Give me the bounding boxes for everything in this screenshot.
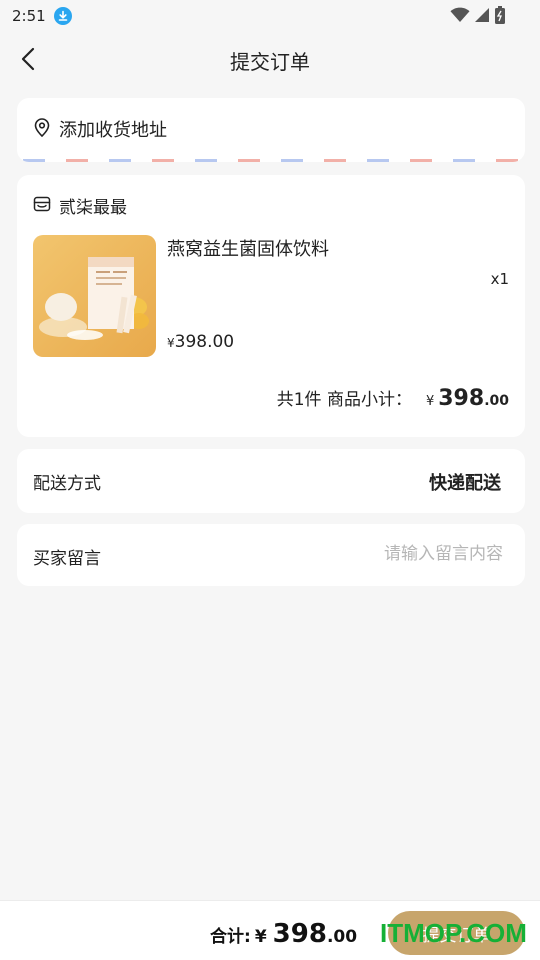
page-title: 提交订单 (230, 50, 310, 74)
currency-symbol: ¥ (254, 927, 267, 947)
shop-icon (33, 195, 51, 217)
buyer-message-label: 买家留言 (33, 549, 101, 569)
product-image[interactable] (33, 235, 156, 357)
currency-symbol: ¥ (167, 336, 175, 350)
currency-symbol: ¥ (425, 394, 435, 409)
subtotal-decimal: .00 (484, 393, 509, 409)
download-icon (53, 7, 72, 25)
delivery-value: 快递配送 (429, 473, 501, 494)
order-card: 贰柒最最 燕窝益生菌固体饮料 x1 ¥398.00 共1件 商品小计： ¥ 39… (17, 175, 525, 437)
subtotal-label: 共1件 商品小计： (276, 390, 412, 410)
buyer-message-input[interactable] (263, 540, 503, 568)
delivery-label: 配送方式 (33, 474, 101, 494)
product-price-value: 398.00 (174, 332, 235, 352)
buyer-message-row: 买家留言 (17, 524, 525, 586)
total-label: 合计: (210, 927, 251, 947)
location-pin-icon (33, 117, 51, 141)
total-decimal: .00 (326, 927, 358, 947)
signal-icon (474, 7, 490, 27)
add-address-card[interactable]: 添加收货地址 (17, 98, 525, 162)
shop-name: 贰柒最最 (59, 198, 127, 218)
wifi-icon (450, 7, 470, 27)
battery-icon (494, 6, 506, 28)
status-time: 2:51 (12, 7, 46, 25)
subtotal-integer: 398 (438, 386, 485, 411)
order-subtotal: 共1件 商品小计： ¥ 398 .00 (277, 385, 509, 411)
status-bar: 2:51 (0, 0, 540, 32)
product-name: 燕窝益生菌固体饮料 (167, 239, 329, 260)
delivery-method-row[interactable]: 配送方式 快递配送 (17, 449, 525, 513)
add-address-label: 添加收货地址 (59, 120, 167, 141)
product-quantity: x1 (490, 270, 509, 288)
order-total: 合计: ¥ 398 .00 (210, 919, 357, 949)
product-price: ¥398.00 (167, 332, 234, 352)
address-envelope-stripe (17, 159, 525, 162)
watermark: ITMOP.COM (380, 918, 527, 948)
total-integer: 398 (272, 919, 327, 949)
nav-bar: 提交订单 (0, 36, 540, 82)
